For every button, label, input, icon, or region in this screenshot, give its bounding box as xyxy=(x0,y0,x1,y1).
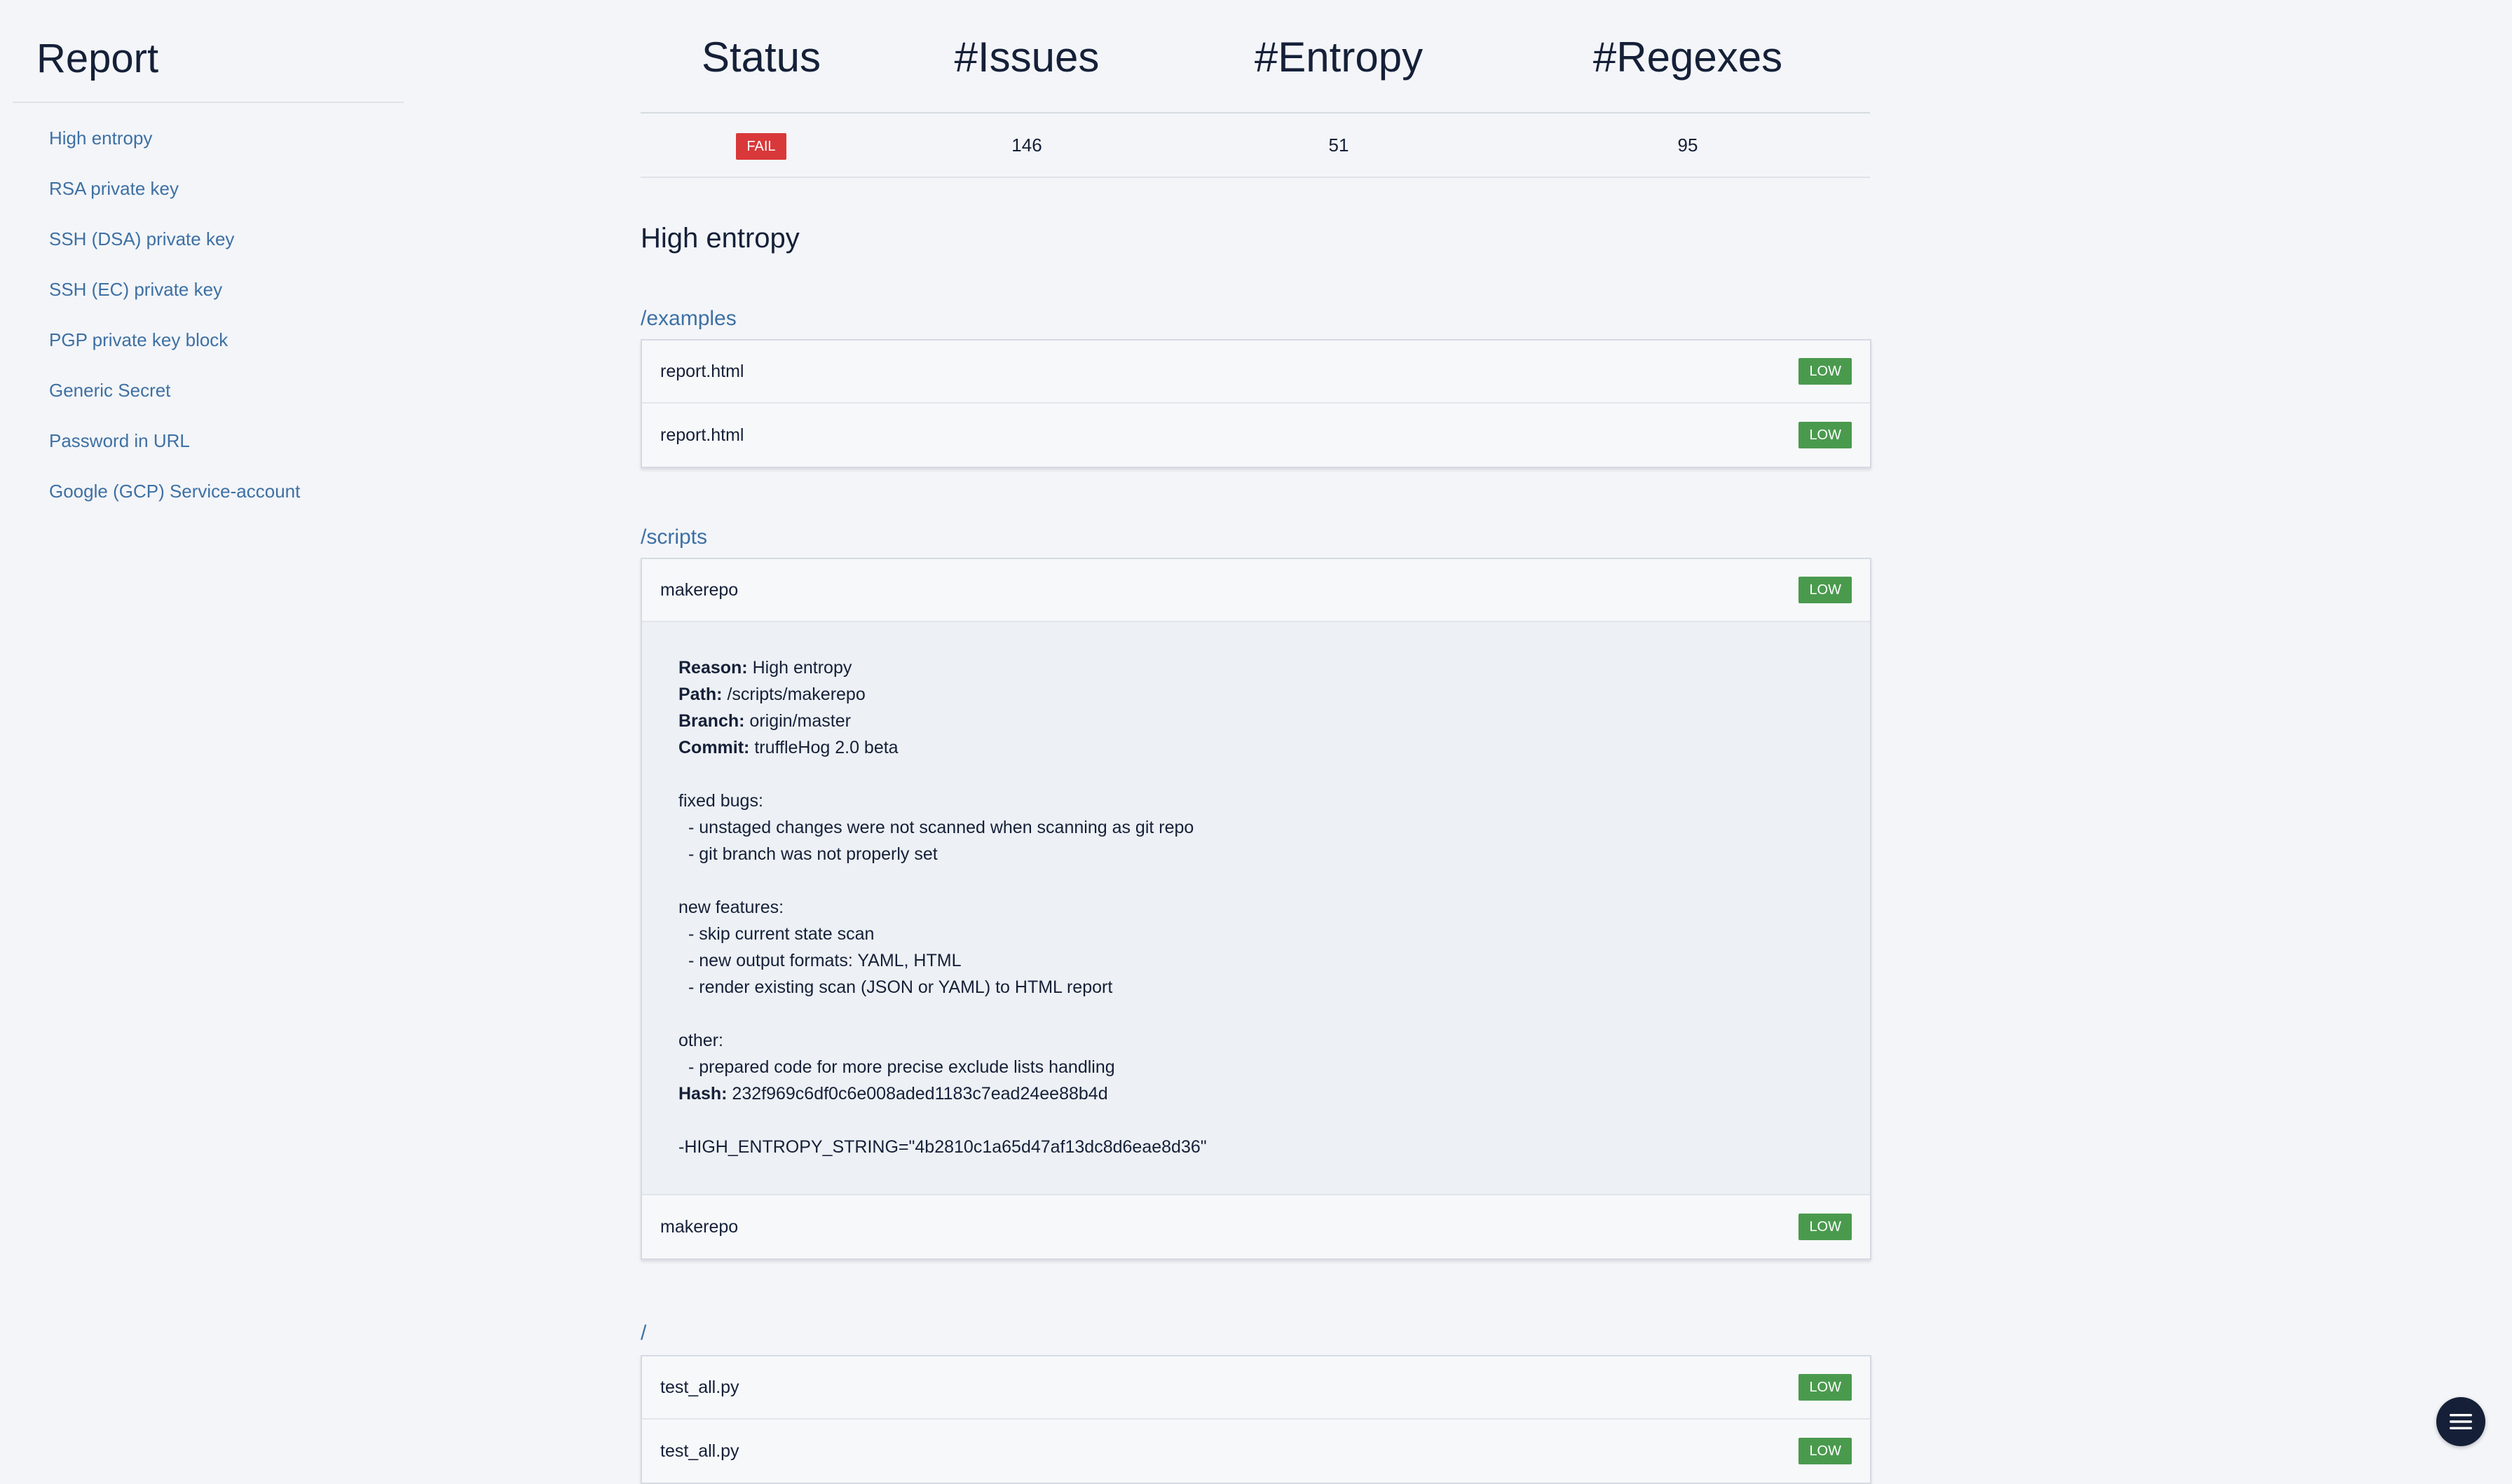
commit-message-line: - render existing scan (JSON or YAML) to… xyxy=(688,977,1113,997)
group-path-examples[interactable]: /examples xyxy=(641,307,737,331)
finding-filename: report.html xyxy=(660,425,744,445)
issues-count: 146 xyxy=(1011,135,1042,156)
group-path-scripts[interactable]: /scripts xyxy=(641,525,707,549)
summary-table-header: Status #Issues #Entropy #Regexes xyxy=(641,0,1870,114)
hash-label: Hash: xyxy=(678,1084,728,1104)
commit-message-line: other: xyxy=(678,1031,723,1050)
finding-filename: test_all.py xyxy=(660,1377,739,1397)
commit-message-line: - unstaged changes were not scanned when… xyxy=(688,818,1194,837)
finding-row[interactable]: report.html LOW xyxy=(642,341,1870,404)
finding-filename: makerepo xyxy=(660,1216,739,1237)
diff-line: -HIGH_ENTROPY_STRING="4b2810c1a65d47af13… xyxy=(678,1137,1207,1157)
sidebar-item-password-in-url[interactable]: Password in URL xyxy=(49,415,404,466)
detail-hash: Hash: 232f969c6df0c6e008aded1183c7ead24e… xyxy=(678,1080,1834,1107)
findings-card: makerepo LOW Reason: High entropy Path: … xyxy=(641,558,1871,1260)
sidebar-item-ssh-dsa-private-key[interactable]: SSH (DSA) private key xyxy=(49,214,404,264)
detail-commit: Commit: truffleHog 2.0 beta xyxy=(678,734,1834,761)
sidebar-item-rsa-private-key[interactable]: RSA private key xyxy=(49,163,404,214)
regexes-header: #Regexes xyxy=(1592,34,1783,81)
commit-message-line: - prepared code for more precise exclude… xyxy=(688,1057,1115,1077)
finding-detail-panel: Reason: High entropy Path: /scripts/make… xyxy=(642,622,1870,1195)
detail-reason: Reason: High entropy xyxy=(678,654,1834,681)
reason-label: Reason: xyxy=(678,658,748,678)
section-title: High entropy xyxy=(641,223,800,254)
sidebar-item-ssh-ec-private-key[interactable]: SSH (EC) private key xyxy=(49,264,404,315)
menu-icon xyxy=(2450,1414,2472,1429)
entropy-header: #Entropy xyxy=(1254,34,1424,81)
detail-branch: Branch: origin/master xyxy=(678,708,1834,734)
status-badge: FAIL xyxy=(736,133,786,160)
severity-badge: LOW xyxy=(1798,577,1852,603)
branch-value: origin/master xyxy=(749,711,851,731)
severity-badge: LOW xyxy=(1798,1438,1852,1464)
sidebar-item-generic-secret[interactable]: Generic Secret xyxy=(49,365,404,415)
commit-message-line: - new output formats: YAML, HTML xyxy=(688,951,962,970)
group-path-root[interactable]: / xyxy=(641,1321,646,1345)
finding-row[interactable]: test_all.py LOW xyxy=(642,1420,1870,1483)
sidebar-item-google-gcp-service-account[interactable]: Google (GCP) Service-account xyxy=(49,466,404,516)
sidebar-item-pgp-private-key-block[interactable]: PGP private key block xyxy=(49,315,404,365)
sidebar: Report High entropy RSA private key SSH … xyxy=(13,0,404,516)
severity-badge: LOW xyxy=(1798,358,1852,385)
branch-label: Branch: xyxy=(678,711,745,731)
status-header: Status xyxy=(701,34,821,81)
findings-card: test_all.py LOW test_all.py LOW xyxy=(641,1355,1871,1484)
sidebar-item-high-entropy[interactable]: High entropy xyxy=(49,113,404,163)
finding-row[interactable]: makerepo LOW xyxy=(642,559,1870,622)
path-value: /scripts/makerepo xyxy=(727,685,866,704)
commit-message-line: new features: xyxy=(678,898,784,917)
detail-path: Path: /scripts/makerepo xyxy=(678,681,1834,708)
commit-message-line: - git branch was not properly set xyxy=(688,844,938,864)
finding-filename: test_all.py xyxy=(660,1441,739,1461)
finding-filename: report.html xyxy=(660,361,744,381)
sidebar-title: Report xyxy=(13,0,404,103)
commit-message-line: fixed bugs: xyxy=(678,791,763,811)
hash-value: 232f969c6df0c6e008aded1183c7ead24ee88b4d xyxy=(732,1084,1108,1104)
issues-header: #Issues xyxy=(954,34,1100,81)
commit-value: truffleHog 2.0 beta xyxy=(754,738,899,757)
sidebar-nav: High entropy RSA private key SSH (DSA) p… xyxy=(13,103,404,516)
finding-row[interactable]: makerepo LOW xyxy=(642,1195,1870,1258)
regexes-count: 95 xyxy=(1677,135,1698,156)
commit-label: Commit: xyxy=(678,738,750,757)
summary-table-row: FAIL 146 51 95 xyxy=(641,114,1870,178)
findings-card: report.html LOW report.html LOW xyxy=(641,339,1871,468)
finding-filename: makerepo xyxy=(660,579,739,600)
status-cell: FAIL xyxy=(641,114,882,177)
main-content: Status #Issues #Entropy #Regexes FAIL 14… xyxy=(641,0,1871,1484)
severity-badge: LOW xyxy=(1798,422,1852,448)
severity-badge: LOW xyxy=(1798,1214,1852,1240)
finding-row[interactable]: report.html LOW xyxy=(642,404,1870,467)
commit-message-line: - skip current state scan xyxy=(688,924,875,944)
menu-fab-button[interactable] xyxy=(2436,1397,2485,1446)
reason-value: High entropy xyxy=(752,658,852,678)
path-label: Path: xyxy=(678,685,723,704)
severity-badge: LOW xyxy=(1798,1374,1852,1401)
entropy-count: 51 xyxy=(1328,135,1349,156)
finding-row[interactable]: test_all.py LOW xyxy=(642,1356,1870,1420)
